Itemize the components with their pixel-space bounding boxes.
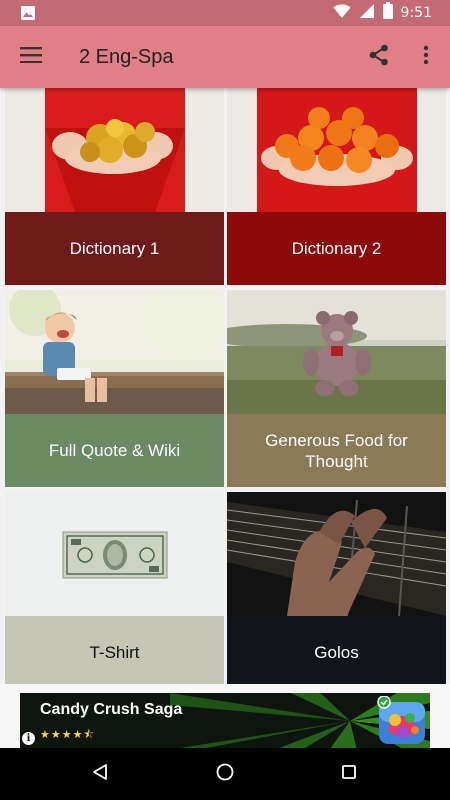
tile-image-dollar-bill — [5, 492, 224, 616]
wifi-icon — [333, 3, 351, 24]
tile-dictionary-1[interactable]: Dictionary 1 — [5, 88, 224, 285]
tile-label: Full Quote & Wiki — [5, 414, 224, 487]
ad-info-icon[interactable]: i — [22, 732, 35, 745]
menu-icon — [20, 46, 42, 68]
image-notification-icon — [20, 5, 36, 21]
category-grid: Dictionary 1 Dictionary 2 Full Quote & W… — [0, 88, 450, 689]
tile-t-shirt[interactable]: T-Shirt — [5, 492, 224, 689]
recents-button[interactable] — [319, 748, 379, 800]
tile-generous-food-for-thought[interactable]: Generous Food for Thought — [227, 290, 446, 487]
tile-label: T-Shirt — [5, 616, 224, 689]
tile-full-quote-wiki[interactable]: Full Quote & Wiki — [5, 290, 224, 487]
tile-golos[interactable]: Golos — [227, 492, 446, 689]
more-options-button[interactable] — [402, 26, 450, 88]
back-icon — [91, 763, 109, 786]
tile-label: Dictionary 2 — [227, 212, 446, 285]
ad-banner[interactable]: Candy Crush Saga ★★★★⯪ i — [20, 693, 430, 748]
system-nav-bar — [0, 748, 450, 800]
tile-label: Generous Food for Thought — [227, 414, 446, 487]
tile-dictionary-2[interactable]: Dictionary 2 — [227, 88, 446, 285]
tile-image-guitar — [227, 492, 446, 616]
tile-label: Dictionary 1 — [5, 212, 224, 285]
share-icon — [368, 44, 390, 71]
share-button[interactable] — [354, 26, 404, 88]
tile-label: Golos — [227, 616, 446, 689]
ad-area: Candy Crush Saga ★★★★⯪ i — [0, 684, 450, 748]
status-time: 9:51 — [400, 5, 432, 21]
tile-image-child — [5, 290, 224, 414]
status-bar: 9:51 — [0, 0, 450, 26]
menu-button[interactable] — [6, 26, 56, 88]
home-icon — [215, 762, 235, 787]
signal-icon — [359, 3, 375, 24]
more-vert-icon — [423, 45, 429, 70]
home-button[interactable] — [195, 748, 255, 800]
ad-title: Candy Crush Saga — [40, 701, 183, 718]
app-title: 2 Eng-Spa — [79, 46, 174, 68]
back-button[interactable] — [70, 748, 130, 800]
tile-image-teddy-bear — [227, 290, 446, 414]
candy-crush-app-icon — [377, 695, 427, 746]
recents-icon — [341, 764, 357, 785]
app-bar: 2 Eng-Spa — [0, 26, 450, 88]
battery-icon — [382, 2, 393, 24]
tile-image-coins — [5, 88, 224, 212]
tile-image-oranges — [227, 88, 446, 212]
ad-rating-stars: ★★★★⯪ — [40, 729, 95, 741]
